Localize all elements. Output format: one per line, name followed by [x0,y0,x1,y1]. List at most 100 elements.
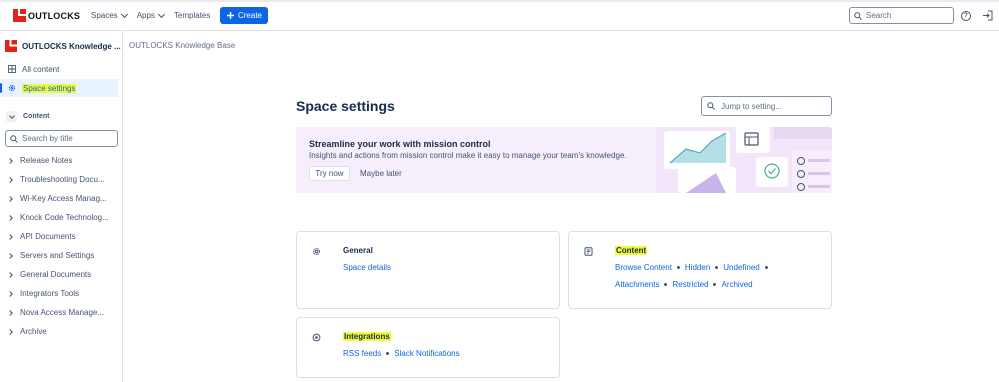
undefined-link[interactable]: Undefined [723,263,759,272]
tree-search-input[interactable]: Search by title [5,130,118,147]
attachments-link[interactable]: Attachments [615,280,659,289]
grid-icon [8,65,16,73]
tree-item-label: Archive [20,327,47,336]
sidebar-item-all-content[interactable]: All content [2,60,118,78]
slack-notifications-link[interactable]: Slack Notifications [394,349,459,358]
browse-content-link[interactable]: Browse Content [615,263,672,272]
chevron-right-icon [7,290,13,297]
sidebar: OUTLOCKS Knowledge ... All content Space… [0,31,123,382]
chevron-right-icon [7,252,13,259]
tree-item[interactable]: Nova Access Manage... [7,308,105,317]
document-icon [584,247,593,256]
hidden-link[interactable]: Hidden [685,263,710,272]
plus-icon [226,12,234,19]
global-search-placeholder: Search [866,11,892,20]
content-card-title: Content [615,246,648,255]
integrations-card-title-text: Integrations [343,332,391,341]
separator-dot [664,283,668,286]
tree-item-label: Nova Access Manage... [20,308,105,317]
general-settings-card: General Space details [296,231,560,309]
chevron-right-icon [7,271,13,278]
gear-icon [312,247,321,256]
general-card-links: Space details [343,263,391,272]
space-avatar-icon [5,40,17,52]
page-title: Space settings [296,98,395,114]
collapse-toggle[interactable] [6,111,17,122]
tree-item[interactable]: Troubleshooting Docu... [7,175,105,184]
integrations-card-links: RSS feeds Slack Notifications [343,349,460,358]
nav-apps[interactable]: Apps [137,10,165,20]
sidebar-item-label: All content [22,64,60,74]
archived-link[interactable]: Archived [721,280,752,289]
space-header[interactable]: OUTLOCKS Knowledge ... [5,40,121,52]
tree-item-label: Knock Code Technolog... [20,213,109,222]
tree-item[interactable]: General Documents [7,270,92,279]
content-card-links-row-1: Browse Content Hidden Undefined [615,263,773,272]
content-section-label: Content [23,113,50,120]
breadcrumb[interactable]: OUTLOCKS Knowledge Base [129,41,235,50]
banner-description: Insights and actions from mission contro… [309,151,627,160]
tree-search-placeholder: Search by title [22,134,73,143]
tree-item[interactable]: Integrators Tools [7,289,79,298]
nav-templates[interactable]: Templates [174,11,210,20]
tree-item[interactable]: Servers and Settings [7,251,95,260]
tree-item[interactable]: Wi-Key Access Manag... [7,194,107,203]
tree-item-label: Servers and Settings [20,251,95,260]
chevron-down-icon [120,10,128,18]
banner-title: Streamline your work with mission contro… [309,139,491,149]
separator-dot [676,266,680,269]
chevron-down-icon [157,10,165,18]
chevron-right-icon [7,309,13,316]
global-search-input[interactable]: Search [849,7,954,24]
try-now-button[interactable]: Try now [309,166,350,181]
nav-templates-label: Templates [173,11,211,20]
create-button-label: Create [237,11,262,20]
nav-spaces-label: Spaces [91,11,118,20]
jump-to-setting-placeholder: Jump to setting... [721,101,782,111]
separator-dot [764,266,768,269]
tree-item[interactable]: API Documents [7,232,76,241]
general-card-title: General [343,246,373,255]
primary-nav: Spaces Apps Templates [91,10,210,20]
chevron-right-icon [7,176,13,183]
tree-item[interactable]: Archive [7,327,47,336]
create-button[interactable]: Create [220,7,268,24]
tree-item-label: General Documents [20,270,92,279]
content-card-title-text: Content [615,246,648,255]
tree-item-label: Release Notes [20,156,73,165]
nav-spaces[interactable]: Spaces [91,10,128,20]
logo-text: OUTLOCKS [28,10,81,21]
sidebar-item-space-settings[interactable]: Space settings [0,79,118,97]
tree-item-label: Troubleshooting Docu... [20,175,105,184]
integrations-icon [312,333,321,342]
content-card-links-row-2: Attachments Restricted Archived [615,280,753,289]
jump-to-setting-input[interactable]: Jump to setting... [701,96,832,116]
help-icon[interactable]: ? [961,11,971,21]
top-navigation-bar: OUTLOCKS Spaces Apps Templates Create Se… [0,0,999,31]
tree-item-label: API Documents [20,232,76,241]
space-details-link[interactable]: Space details [343,263,391,272]
top-divider [0,0,999,2]
chevron-right-icon [7,157,13,164]
separator-dot [715,266,719,269]
tree-item-label: Integrators Tools [20,289,79,298]
mission-control-illustration [656,127,832,193]
search-icon [10,134,18,143]
chevron-right-icon [7,233,13,240]
content-settings-card: Content Browse Content Hidden Undefined … [568,231,832,309]
log-in-icon[interactable] [982,10,993,21]
chevron-right-icon [7,328,13,335]
chevron-right-icon [7,214,13,221]
content-section-header[interactable]: Content [6,111,49,122]
maybe-later-button[interactable]: Maybe later [360,169,402,178]
app-logo[interactable]: OUTLOCKS [13,9,80,22]
tree-item[interactable]: Knock Code Technolog... [7,213,109,222]
tree-item[interactable]: Release Notes [7,156,73,165]
tree-item-label: Wi-Key Access Manag... [20,194,107,203]
sidebar-item-label: Space settings [22,83,77,93]
space-title: OUTLOCKS Knowledge ... [22,41,121,51]
rss-feeds-link[interactable]: RSS feeds [343,349,381,358]
separator-dot [386,352,390,355]
restricted-link[interactable]: Restricted [672,280,708,289]
chevron-down-icon [8,112,15,119]
